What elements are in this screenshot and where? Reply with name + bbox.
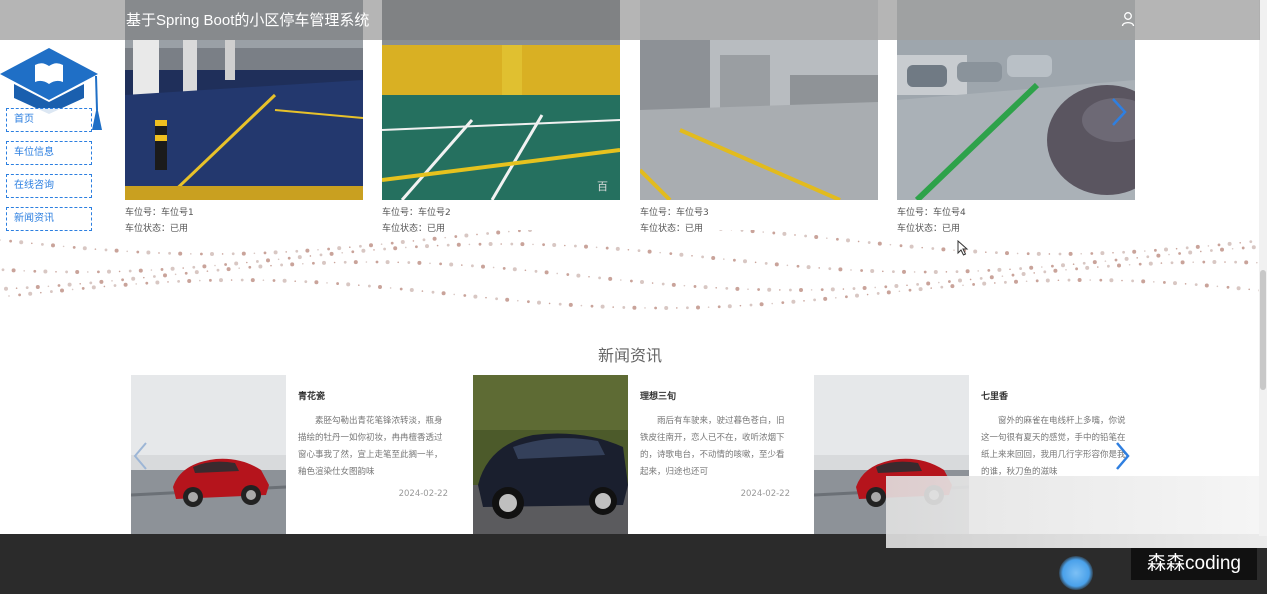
news-excerpt: 雨后有车驶来，驶过暮色苍白，旧铁皮往南开，恋人已不在，收听浓烟下的，诗歌电台，不… [640, 416, 785, 477]
news-excerpt: 窗外的麻雀在电线杆上多嘴，你说这一句很有夏天的感觉，手中的铅笔在纸上来来回回，我… [981, 416, 1126, 477]
app-title: 基于Spring Boot的小区停车管理系统 [126, 12, 370, 29]
watermark: 森森coding [1131, 548, 1257, 580]
slot-number: 车位号：车位号2 [382, 208, 451, 218]
news-date: 2024-02-22 [398, 489, 448, 499]
news-card[interactable]: 青花瓷 素胚勾勒出青花笔锋浓转淡，瓶身描绘的牡丹一如你初妆，冉冉檀香透过窗心事我… [131, 375, 454, 535]
dotted-wave-background [0, 230, 1267, 310]
nav-home[interactable]: 首页 [6, 108, 92, 132]
scrollbar-thumb[interactable] [1260, 270, 1266, 390]
slot-number: 车位号：车位号1 [125, 208, 194, 218]
news-title: 青花瓷 [298, 392, 326, 402]
side-nav: 首页 车位信息 在线咨询 新闻资讯 [6, 108, 92, 240]
nav-parking-info[interactable]: 车位信息 [6, 141, 92, 165]
news-title: 七里香 [981, 392, 1009, 402]
chevron-right-icon[interactable] [1112, 440, 1132, 472]
slot-number: 车位号：车位号3 [640, 208, 709, 218]
top-bar: 基于Spring Boot的小区停车管理系统 [0, 0, 1260, 40]
svg-text:百: 百 [597, 180, 608, 193]
news-section-title: 新闻资讯 [597, 346, 662, 365]
news-title: 理想三旬 [640, 392, 677, 402]
slot-number: 车位号：车位号4 [897, 208, 966, 218]
news-excerpt: 素胚勾勒出青花笔锋浓转淡，瓶身描绘的牡丹一如你初妆，冉冉檀香透过窗心事我了然，宣… [298, 416, 443, 477]
news-image [473, 375, 628, 535]
slot-status: 车位状态：已用 [640, 224, 704, 234]
news-card[interactable]: 理想三旬 雨后有车驶来，驶过暮色苍白，旧铁皮往南开，恋人已不在，收听浓烟下的，诗… [473, 375, 796, 535]
slot-status: 车位状态：已用 [125, 224, 189, 234]
nav-news[interactable]: 新闻资讯 [6, 207, 92, 231]
slot-status: 车位状态：已用 [382, 224, 446, 234]
page-scrollbar[interactable] [1259, 0, 1267, 536]
blurred-circle [1059, 556, 1093, 590]
slot-status: 车位状态：已用 [897, 224, 961, 234]
news-image [131, 375, 286, 535]
nav-online-consult[interactable]: 在线咨询 [6, 174, 92, 198]
blurred-overlay [886, 476, 1267, 548]
chevron-right-icon[interactable] [1108, 96, 1128, 128]
chevron-left-icon[interactable] [131, 440, 151, 472]
mouse-cursor-icon [957, 240, 969, 256]
user-icon[interactable] [1121, 11, 1135, 27]
news-date: 2024-02-22 [740, 489, 790, 499]
